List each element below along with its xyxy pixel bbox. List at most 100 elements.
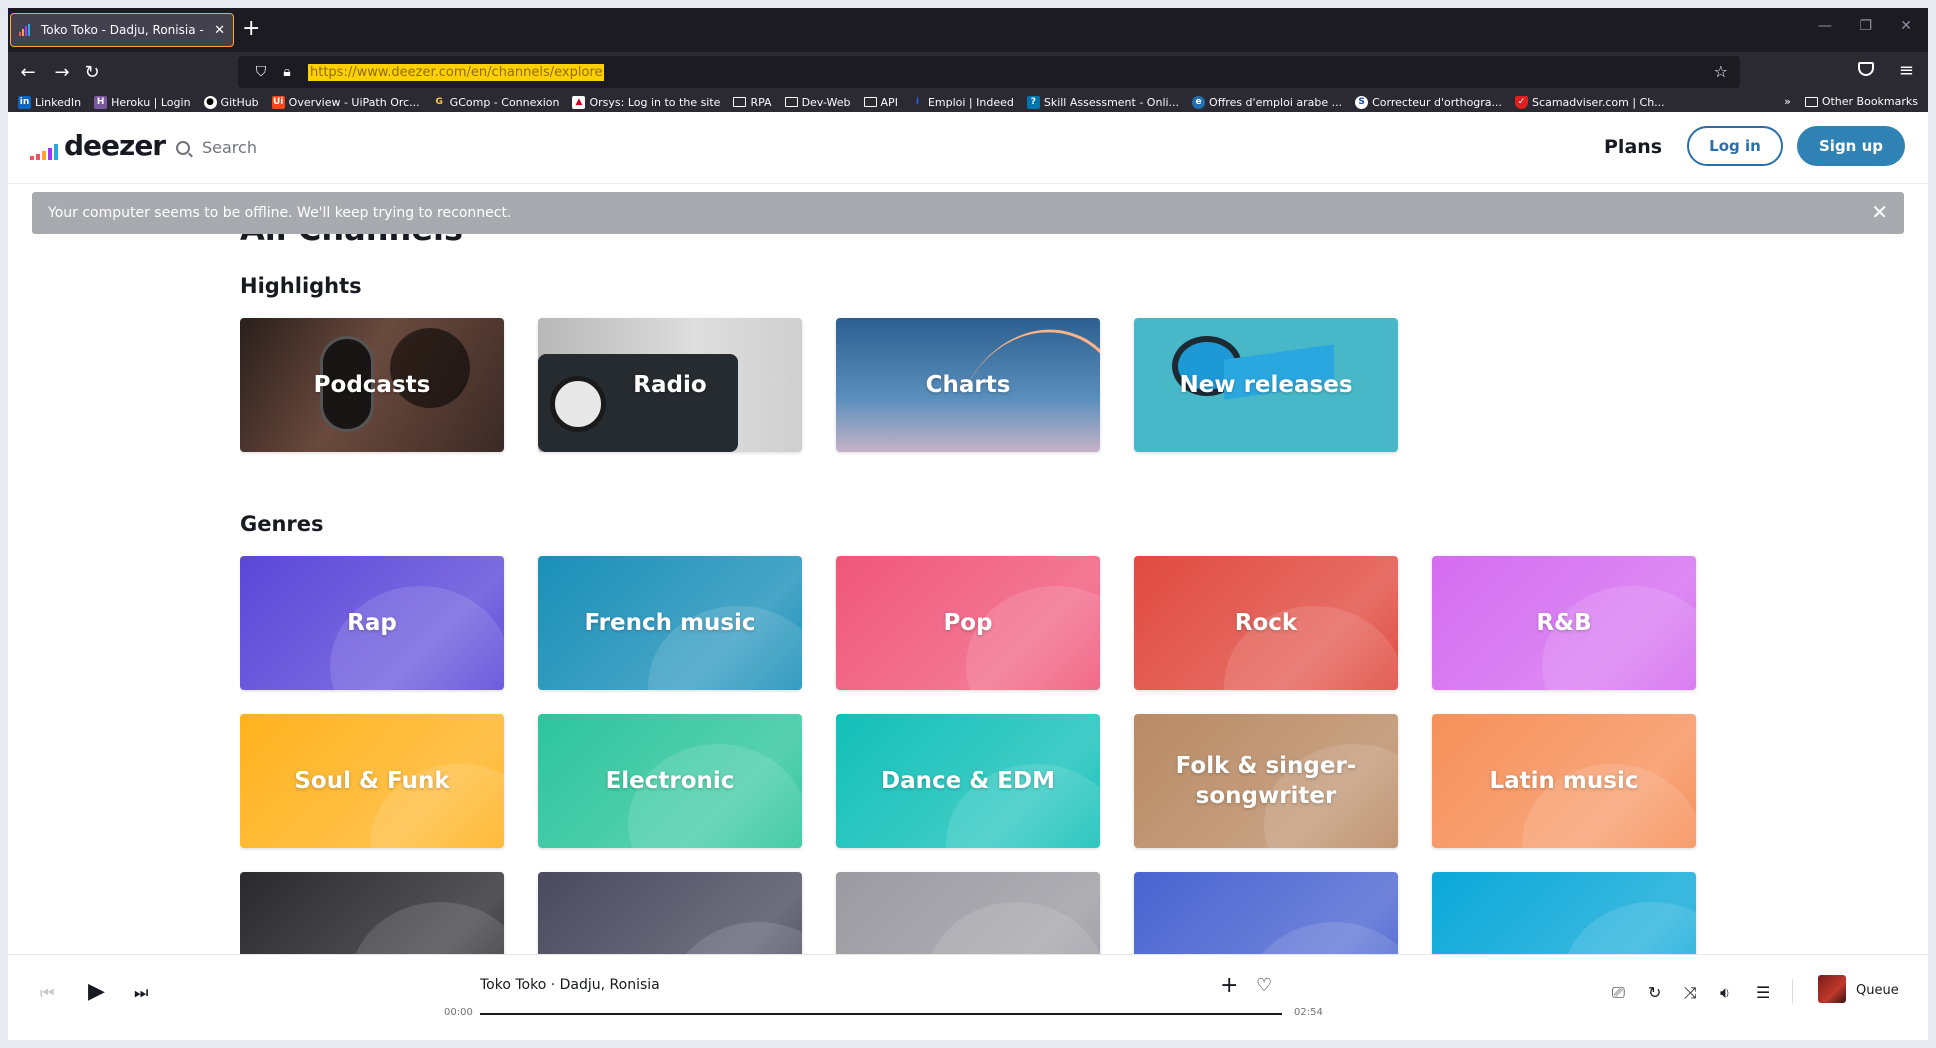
bookmark-skill[interactable]: ? Skill Assessment - Onli... <box>1026 95 1179 109</box>
minimize-icon[interactable]: — <box>1818 18 1832 34</box>
address-bar[interactable]: ⛉ 🔒︎ https://www.deezer.com/en/channels/… <box>238 56 1740 88</box>
time-total: 02:54 <box>1294 1007 1323 1018</box>
close-icon[interactable]: ✕ <box>1871 202 1888 222</box>
hamburger-menu-icon[interactable]: ≡ <box>1899 60 1914 81</box>
url-text[interactable]: https://www.deezer.com/en/channels/explo… <box>308 63 605 81</box>
cast-icon[interactable]: ⎚ <box>1612 983 1625 1003</box>
clock-icon <box>550 376 606 432</box>
bookmark-scamadviser[interactable]: ✓ Scamadviser.com | Ch... <box>1515 95 1665 109</box>
bookmark-label: Correcteur d'orthogra... <box>1372 95 1503 109</box>
genre-card[interactable]: Rock <box>1134 556 1398 690</box>
genre-card[interactable] <box>836 872 1100 954</box>
card-label: French music <box>584 610 756 636</box>
highlight-card-radio[interactable]: Radio <box>538 318 802 452</box>
channels-content: All Channels Highlights Podcasts Radio C… <box>240 184 1700 954</box>
forward-icon[interactable]: → <box>48 58 76 86</box>
bookmark-uipath[interactable]: Ui Overview - UiPath Orc... <box>271 95 420 109</box>
shield-icon[interactable]: ⛉ <box>248 64 274 80</box>
repeat-icon[interactable]: ↻ <box>1648 983 1661 1002</box>
equalizer-settings-icon[interactable]: ☰ <box>1756 983 1770 1002</box>
card-decoration-shape <box>330 586 504 690</box>
card-label: Folk & singer-songwriter <box>1175 753 1357 809</box>
new-tab-icon[interactable]: + <box>242 16 260 42</box>
reload-icon[interactable]: ↻ <box>78 58 106 86</box>
bookmark-offres[interactable]: e Offres d'emploi arabe ... <box>1192 95 1343 109</box>
bookmark-linkedin[interactable]: in LinkedIn <box>18 95 81 109</box>
genre-card[interactable]: Dance & EDM <box>836 714 1100 848</box>
site-header: deezer Search Plans Log in Sign up <box>8 112 1928 184</box>
card-label: Soul & Funk <box>294 768 450 794</box>
other-bookmarks[interactable]: Other Bookmarks <box>1804 95 1918 108</box>
search-icon <box>176 140 190 155</box>
shuffle-icon[interactable]: ⤨ <box>1684 983 1697 1003</box>
card-label: Pop <box>943 610 993 636</box>
bookmark-heroku[interactable]: H Heroku | Login <box>94 95 191 109</box>
bookmark-label: Offres d'emploi arabe ... <box>1209 95 1343 109</box>
queue-cover-image[interactable] <box>1818 975 1846 1003</box>
bookmark-label: Other Bookmarks <box>1821 95 1918 108</box>
queue-button[interactable]: Queue <box>1856 983 1899 998</box>
tab-title: Toko Toko - Dadju, Ronisia - Dee <box>41 23 206 37</box>
player-bar: ⏮ ▶ ⏭ Toko Toko · Dadju, Ronisia + ♡ 00:… <box>8 954 1928 1040</box>
bookmark-orsys[interactable]: ▲ Orsys: Log in to the site <box>572 95 720 109</box>
genre-card[interactable] <box>1432 872 1696 954</box>
browser-tab[interactable]: Toko Toko - Dadju, Ronisia - Dee ✕ <box>10 13 234 47</box>
next-track-icon[interactable]: ⏭ <box>134 983 148 1003</box>
genre-card[interactable]: Rap <box>240 556 504 690</box>
back-icon[interactable]: ← <box>14 58 42 86</box>
folder-icon <box>1804 96 1818 107</box>
bookmark-github[interactable]: ● GitHub <box>203 95 259 109</box>
bookmark-label: Heroku | Login <box>111 95 191 109</box>
previous-track-icon[interactable]: ⏮ <box>40 983 54 1003</box>
bookmark-star-icon[interactable]: ☆ <box>1714 62 1728 81</box>
window-close-icon[interactable]: ✕ <box>1900 18 1912 34</box>
progress-bar[interactable] <box>480 1013 1282 1015</box>
play-icon[interactable]: ▶ <box>88 979 105 1004</box>
heart-icon[interactable]: ♡ <box>1256 975 1272 996</box>
bookmark-indeed[interactable]: i Emploi | Indeed <box>910 95 1014 109</box>
chevron-right-double-icon[interactable]: » <box>1784 95 1791 108</box>
search-box[interactable]: Search <box>176 138 257 157</box>
genre-card[interactable]: Latin music <box>1432 714 1696 848</box>
indeed-icon: i <box>910 95 924 109</box>
genre-card[interactable]: Soul & Funk <box>240 714 504 848</box>
genre-card[interactable] <box>240 872 504 954</box>
folder-icon <box>733 97 747 107</box>
add-icon[interactable]: + <box>1220 973 1238 998</box>
lock-icon[interactable]: 🔒︎ <box>274 64 300 80</box>
deezer-page: deezer Search Plans Log in Sign up Your … <box>8 112 1928 1040</box>
highlight-card-new-releases[interactable]: New releases <box>1134 318 1398 452</box>
signup-button[interactable]: Sign up <box>1797 126 1905 166</box>
restore-icon[interactable]: ❐ <box>1859 18 1872 34</box>
highlight-card-charts[interactable]: Charts <box>836 318 1100 452</box>
deezer-logo[interactable]: deezer <box>30 132 166 160</box>
plans-link[interactable]: Plans <box>1604 136 1662 158</box>
pocket-icon[interactable] <box>1858 62 1874 76</box>
login-button[interactable]: Log in <box>1687 126 1783 166</box>
genre-card[interactable] <box>1134 872 1398 954</box>
bookmark-correcteur[interactable]: S Correcteur d'orthogra... <box>1355 95 1503 109</box>
card-label: Rap <box>347 610 397 636</box>
highlight-card-podcasts[interactable]: Podcasts <box>240 318 504 452</box>
genre-card[interactable]: R&B <box>1432 556 1696 690</box>
folder-icon <box>863 97 877 107</box>
card-label: Dance & EDM <box>881 768 1055 794</box>
bookmark-folder-devweb[interactable]: Dev-Web <box>784 96 851 109</box>
card-decoration-shape <box>966 586 1100 690</box>
tab-close-icon[interactable]: ✕ <box>214 23 225 38</box>
bookmarks-toolbar: in LinkedIn H Heroku | Login ● GitHub Ui Ove… <box>8 92 1928 112</box>
bookmark-gcomp[interactable]: G GComp - Connexion <box>432 95 559 109</box>
genre-card[interactable] <box>538 872 802 954</box>
offline-message: Your computer seems to be offline. We'll… <box>48 205 512 221</box>
bookmark-folder-api[interactable]: API <box>863 96 898 109</box>
genre-card[interactable]: French music <box>538 556 802 690</box>
highlights-grid: Podcasts Radio Charts New releases <box>240 318 1696 452</box>
genre-card[interactable]: Folk & singer-songwriter <box>1134 714 1398 848</box>
bookmark-label: Scamadviser.com | Ch... <box>1532 95 1665 109</box>
volume-icon[interactable]: 🔉︎ <box>1720 983 1730 1003</box>
genre-card[interactable]: Electronic <box>538 714 802 848</box>
card-label: Radio <box>633 372 707 398</box>
equalizer-logo-icon <box>30 140 58 160</box>
genre-card[interactable]: Pop <box>836 556 1100 690</box>
bookmark-folder-rpa[interactable]: RPA <box>733 96 772 109</box>
